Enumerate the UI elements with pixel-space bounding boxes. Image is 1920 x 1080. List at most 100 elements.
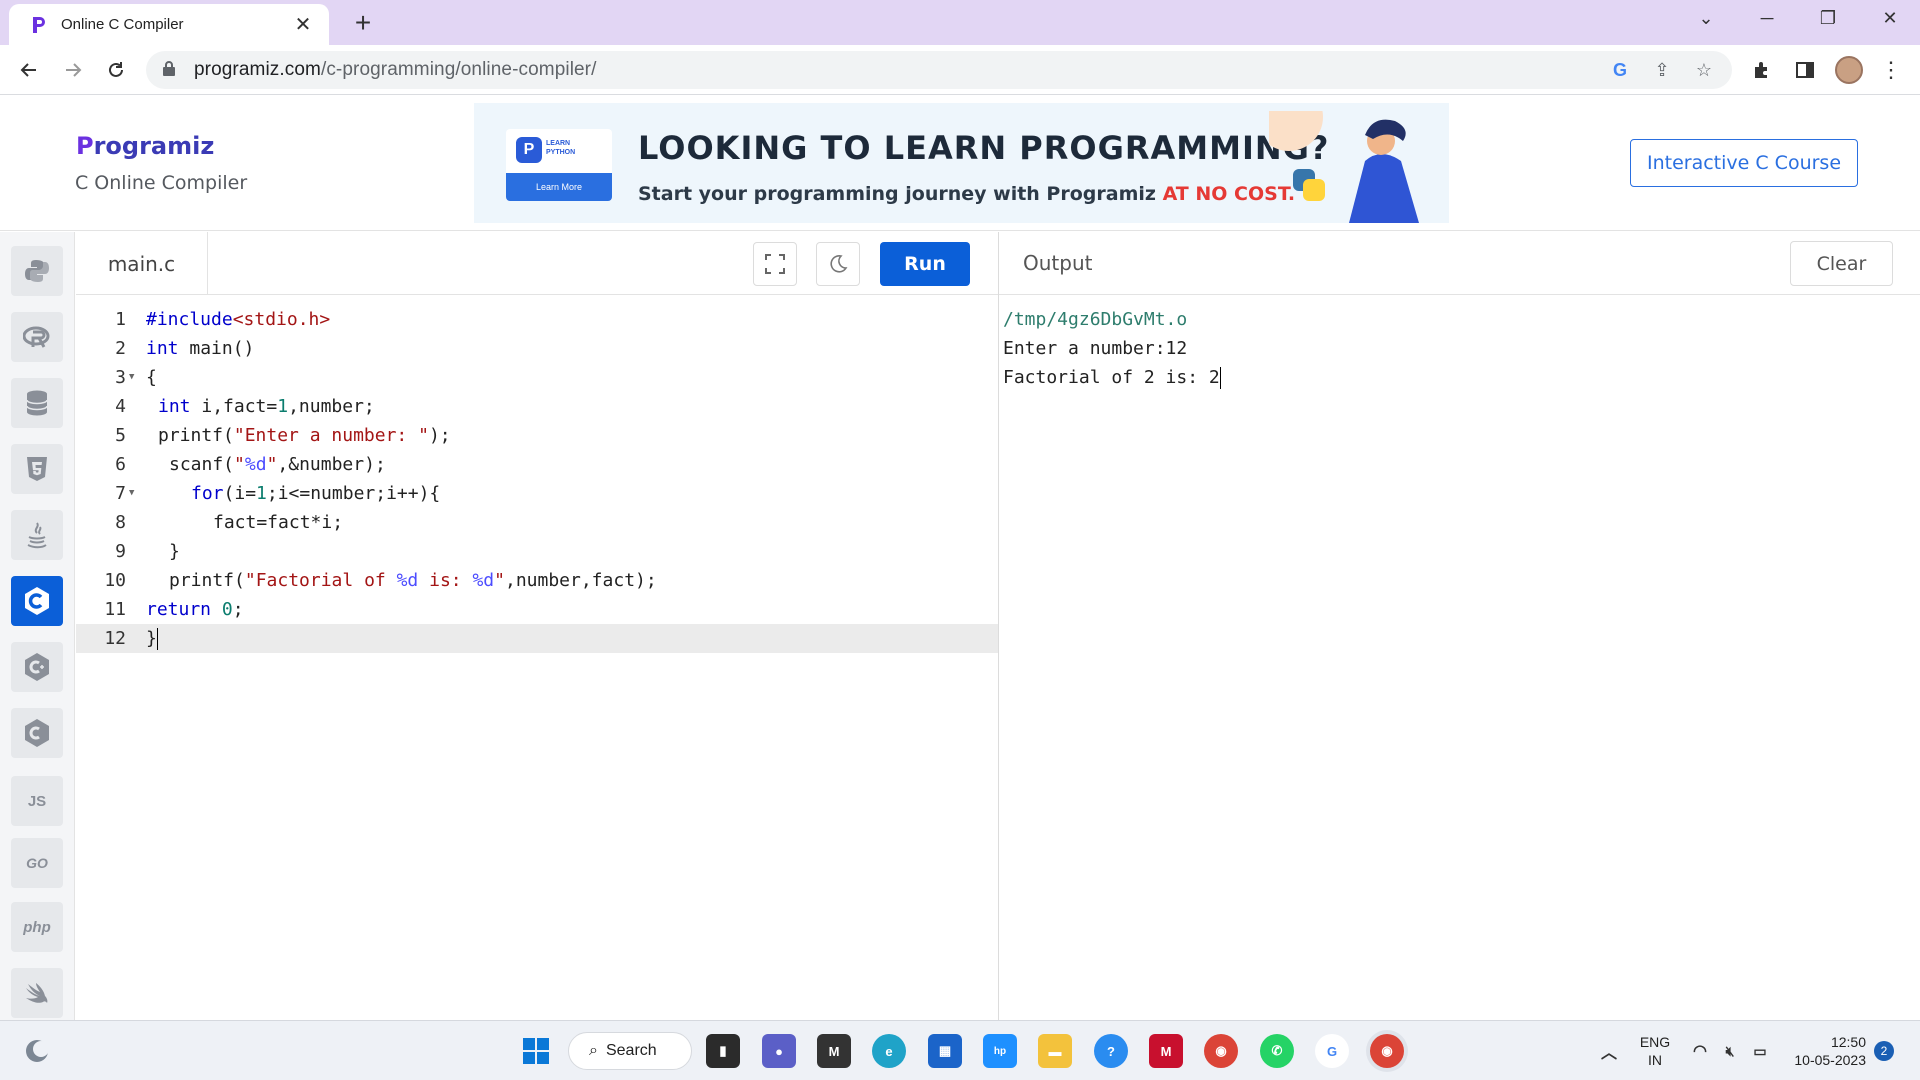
swift-icon[interactable] xyxy=(11,968,63,1018)
code-line: 7 ▼ for(i=1;i<=number;i++){ xyxy=(76,479,998,508)
language-sidebar: JS GO php xyxy=(0,232,75,1020)
browser-tab[interactable]: Online C Compiler ✕ xyxy=(9,4,329,45)
programiz-favicon-icon xyxy=(33,16,45,33)
m-app-icon[interactable]: M xyxy=(817,1034,851,1068)
code-editor[interactable]: 1 #include<stdio.h> 2 int main() 3 ▼ { 4… xyxy=(76,296,998,1020)
reload-icon[interactable] xyxy=(99,53,133,87)
tray-chevron-icon[interactable]: ︿ xyxy=(1592,1034,1626,1068)
banner-subline: Start your programming journey with Prog… xyxy=(638,183,1296,205)
programiz-logo[interactable]: Programiz xyxy=(76,132,214,160)
browser-tab-strip: Online C Compiler ✕ + ⌄ ─ ❐ ✕ xyxy=(0,0,1920,45)
java-icon[interactable] xyxy=(11,510,63,560)
code-line: 9 } xyxy=(115,541,180,562)
go-icon[interactable]: GO xyxy=(11,838,63,888)
google-icon[interactable]: G xyxy=(1608,58,1632,82)
output-line: Factorial of 2 is: 2 xyxy=(1003,367,1221,389)
new-tab-icon[interactable]: + xyxy=(348,6,378,40)
help-icon[interactable]: ? xyxy=(1094,1034,1128,1068)
javascript-icon[interactable]: JS xyxy=(11,776,63,826)
code-line: 11 return 0; xyxy=(104,599,244,620)
code-line: 2 int main() xyxy=(115,338,255,359)
side-panel-icon[interactable] xyxy=(1790,55,1820,85)
edge-icon[interactable]: e xyxy=(872,1034,906,1068)
input-language[interactable]: ENG IN xyxy=(1638,1033,1672,1069)
weather-widget-icon[interactable] xyxy=(20,1034,54,1068)
code-line: 4 int i,fact=1,number; xyxy=(115,396,375,417)
minimize-icon[interactable]: ─ xyxy=(1747,8,1787,29)
site-header: Programiz C Online Compiler P LEARN PYTHO… xyxy=(0,96,1920,231)
interactive-course-button[interactable]: Interactive C Course xyxy=(1630,139,1858,187)
run-button[interactable]: Run xyxy=(880,242,970,286)
tab-search-icon[interactable]: ⌄ xyxy=(1686,8,1726,29)
file-tab-main-c[interactable]: main.c xyxy=(76,232,208,295)
cpp-icon[interactable] xyxy=(11,642,63,692)
output-title: Output xyxy=(1023,251,1093,275)
tab-title: Online C Compiler xyxy=(61,16,184,33)
code-line: 5 printf("Enter a number: "); xyxy=(115,425,451,446)
tab-close-icon[interactable]: ✕ xyxy=(291,12,315,37)
python-icon[interactable] xyxy=(11,246,63,296)
output-line: Enter a number:12 xyxy=(1003,338,1188,359)
text-cursor xyxy=(156,628,158,650)
code-line: 10 printf("Factorial of %d is: %d",numbe… xyxy=(104,570,657,591)
search-icon: ⌕ xyxy=(589,1042,598,1059)
compiler-subtitle: C Online Compiler xyxy=(75,172,248,194)
output-header: Output Clear xyxy=(999,232,1920,295)
wifi-icon[interactable]: ◠ xyxy=(1683,1034,1717,1068)
fold-arrow-icon[interactable]: ▼ xyxy=(129,479,134,508)
fullscreen-icon[interactable] xyxy=(753,242,797,286)
clear-button[interactable]: Clear xyxy=(1790,241,1893,286)
code-line: 1 #include<stdio.h> xyxy=(115,309,331,330)
windows-start-icon[interactable] xyxy=(519,1034,553,1068)
promo-banner[interactable]: P LEARN PYTHON Learn More LOOKING TO LEAR… xyxy=(474,103,1449,223)
volume-muted-icon[interactable]: 🔇︎ xyxy=(1713,1034,1747,1068)
browser-toolbar: programiz.com/c-programming/online-compi… xyxy=(0,45,1920,95)
mcafee-icon[interactable]: M xyxy=(1149,1034,1183,1068)
search-label: Search xyxy=(605,1042,657,1059)
code-line: 8 fact=fact*i; xyxy=(115,512,344,533)
r-icon[interactable] xyxy=(11,312,63,362)
forward-icon[interactable] xyxy=(56,53,90,87)
address-bar[interactable]: programiz.com/c-programming/online-compi… xyxy=(146,51,1732,89)
banner-learn-more-button[interactable]: Learn More xyxy=(506,173,612,201)
teams-chat-icon[interactable]: ● xyxy=(762,1034,796,1068)
restore-icon[interactable]: ❐ xyxy=(1808,8,1848,29)
extensions-icon[interactable] xyxy=(1747,55,1777,85)
csharp-icon[interactable] xyxy=(11,708,63,758)
close-window-icon[interactable]: ✕ xyxy=(1870,8,1910,29)
back-icon[interactable] xyxy=(12,53,46,87)
code-line-current: 12 } xyxy=(76,624,998,653)
menu-kebab-icon[interactable]: ⋮ xyxy=(1876,55,1906,85)
banner-card-label: LEARN PYTHON xyxy=(546,140,576,156)
programiz-p-icon: P xyxy=(516,137,542,163)
c-icon[interactable] xyxy=(11,576,63,626)
taskbar-search[interactable]: ⌕ Search xyxy=(568,1032,692,1070)
myhp-icon[interactable]: hp xyxy=(983,1034,1017,1068)
url-text: programiz.com/c-programming/online-compi… xyxy=(194,59,597,80)
editor-header: main.c Run xyxy=(76,232,998,295)
code-line: 3 ▼ { xyxy=(76,363,998,392)
database-icon[interactable] xyxy=(11,378,63,428)
html5-icon[interactable] xyxy=(11,444,63,494)
chrome-icon[interactable]: ◉ xyxy=(1204,1034,1238,1068)
task-view-icon[interactable]: ▮ xyxy=(706,1034,740,1068)
notification-badge[interactable]: 2 xyxy=(1874,1041,1894,1061)
output-console[interactable]: /tmp/4gz6DbGvMt.o Enter a number:12 Fact… xyxy=(1003,296,1913,1016)
pane-divider[interactable] xyxy=(998,232,999,1020)
share-icon[interactable]: ⇪ xyxy=(1650,58,1674,82)
dark-mode-moon-icon[interactable] xyxy=(816,242,860,286)
php-icon[interactable]: php xyxy=(11,902,63,952)
banner-course-card: P LEARN PYTHON Learn More xyxy=(506,129,612,201)
google-app-icon[interactable]: G xyxy=(1315,1034,1349,1068)
profile-avatar[interactable] xyxy=(1834,55,1864,85)
bookmark-star-icon[interactable]: ☆ xyxy=(1692,58,1716,82)
banner-illustration-icon xyxy=(1269,111,1419,223)
store-icon[interactable]: ▦ xyxy=(928,1034,962,1068)
text-cursor xyxy=(1219,367,1221,389)
file-explorer-icon[interactable]: ▬ xyxy=(1038,1034,1072,1068)
whatsapp-icon[interactable]: ✆ xyxy=(1260,1034,1294,1068)
clock[interactable]: 12:50 10-05-2023 xyxy=(1746,1033,1866,1069)
chrome-profile-icon[interactable]: ◉ xyxy=(1370,1034,1404,1068)
fold-arrow-icon[interactable]: ▼ xyxy=(129,363,134,392)
code-line: 6 scanf("%d",&number); xyxy=(115,454,386,475)
